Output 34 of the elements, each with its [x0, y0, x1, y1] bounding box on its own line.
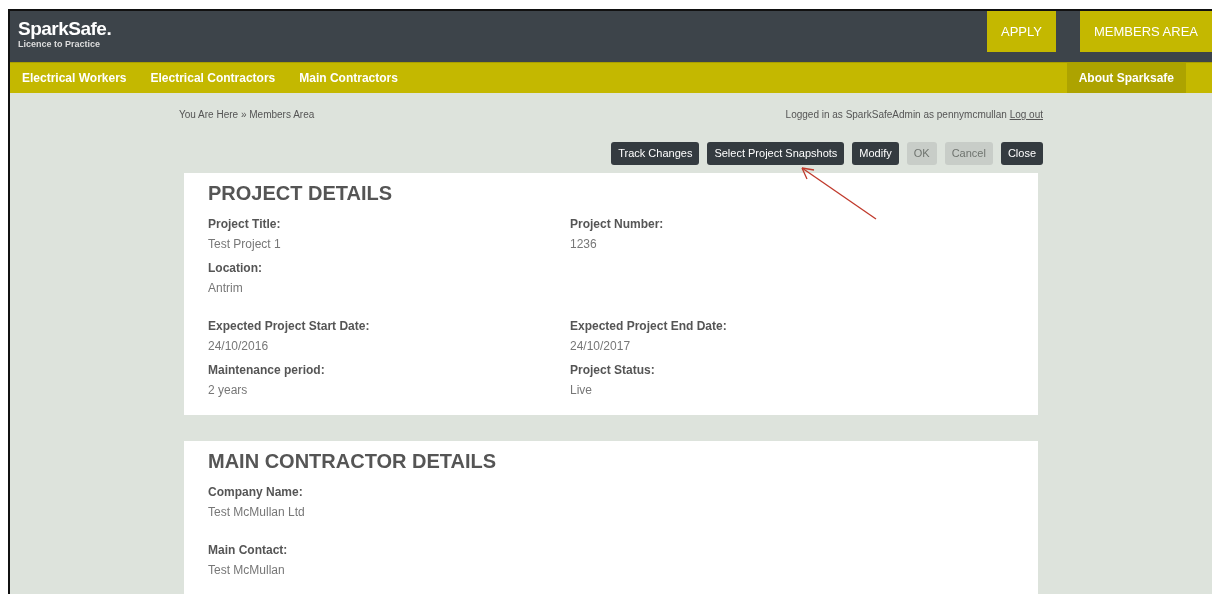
nav-link[interactable]: Electrical Workers: [10, 63, 139, 93]
nav-link[interactable]: Electrical Contractors: [138, 63, 288, 93]
action-button[interactable]: Modify: [852, 142, 899, 165]
field-value: Test McMullan: [208, 561, 286, 579]
field-value: 2 years: [208, 381, 249, 399]
action-button[interactable]: Track Changes: [611, 142, 700, 165]
field-value: 1236: [570, 235, 598, 253]
field-label: Project Title:: [208, 215, 282, 233]
field-label: Main Contact:: [208, 541, 289, 559]
section-title: MAIN CONTRACTOR DETAILS: [208, 448, 498, 473]
field-value: Live: [570, 381, 593, 399]
field-label: Expected Project Start Date:: [208, 317, 371, 335]
field-label: Maintenance period:: [208, 361, 326, 379]
logo-tagline: Licence to Practice: [18, 39, 101, 51]
field-label: Location:: [208, 259, 263, 277]
breadcrumb-text: You Are Here » Members Area: [179, 108, 315, 122]
action-button[interactable]: Select Project Snapshots: [707, 142, 845, 165]
header-link[interactable]: APPLY: [987, 11, 1056, 52]
field-label: Project Number:: [570, 215, 665, 233]
header-link[interactable]: MEMBERS AREA: [1079, 11, 1212, 52]
logout-link[interactable]: Log out: [1009, 109, 1043, 120]
field-value: Antrim: [208, 279, 244, 297]
nav-link[interactable]: Main Contractors: [287, 63, 410, 93]
field-value: 24/10/2016: [208, 337, 270, 355]
field-value: Test Project 1: [208, 235, 282, 253]
nav-link[interactable]: About Sparksafe: [1066, 63, 1186, 93]
field-value: Test McMullan Ltd: [208, 503, 306, 521]
field-value: 24/10/2017: [570, 337, 632, 355]
field-label: Project Status:: [570, 361, 656, 379]
field-label: Company Name:: [208, 483, 304, 501]
action-button[interactable]: Close: [1000, 142, 1043, 165]
field-label: Expected Project End Date:: [570, 317, 728, 335]
section-title: PROJECT DETAILS: [208, 180, 394, 205]
login-status: Logged in as SparkSafeAdmin as pennymcmullan Log out: [785, 108, 1043, 122]
